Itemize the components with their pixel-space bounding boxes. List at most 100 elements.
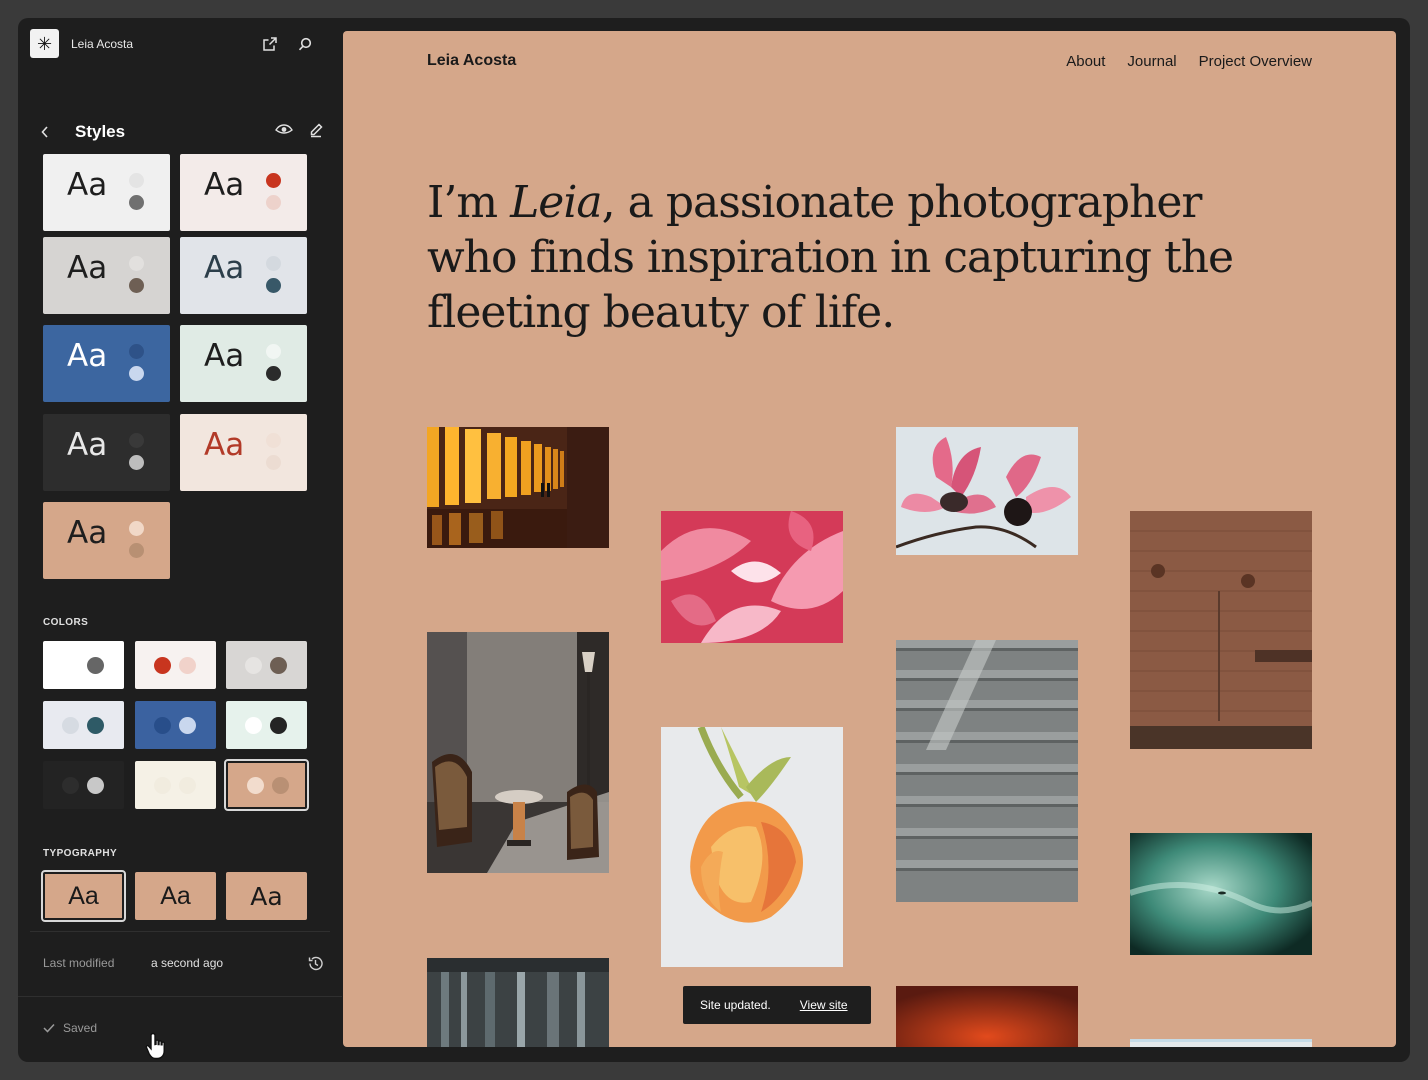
history-icon[interactable] [305, 953, 325, 973]
color-swatch [129, 455, 144, 470]
hero-name: Leia [510, 177, 603, 228]
color-swatch [270, 717, 287, 734]
style-variation-card[interactable]: Aa [43, 502, 170, 579]
style-variation-card[interactable]: Aa [180, 414, 307, 491]
color-swatch [62, 657, 79, 674]
color-swatch [62, 777, 79, 794]
color-palette-option[interactable] [224, 759, 309, 811]
style-variation-preview-text: Aa [67, 167, 108, 203]
color-swatch [154, 657, 171, 674]
style-variation-preview-text: Aa [204, 427, 245, 463]
sparkle-logo-icon[interactable]: ✳ [30, 29, 59, 58]
photo-brick-wall[interactable] [1130, 511, 1312, 749]
color-swatch [129, 521, 144, 536]
color-swatch [87, 657, 104, 674]
hero-text-start: I’m [427, 177, 511, 228]
styles-sidebar: ✳ Leia Acosta Styles Aa Aa Aa Aa Aa Aa A… [18, 18, 342, 1062]
color-swatch [129, 256, 144, 271]
site-title[interactable]: Leia Acosta [427, 52, 516, 70]
style-variation-card[interactable]: Aa [43, 414, 170, 491]
color-swatch [87, 777, 104, 794]
photo-interior-chairs[interactable] [427, 632, 609, 873]
photo-stairs[interactable] [896, 640, 1078, 902]
style-variation-preview-text: Aa [67, 250, 108, 286]
site-navigation: About Journal Project Overview [1066, 53, 1312, 70]
style-variation-card[interactable]: Aa [180, 325, 307, 402]
photo-magnolia[interactable] [896, 427, 1078, 555]
color-swatch [245, 717, 262, 734]
color-swatch [272, 777, 289, 794]
typography-section-label: TYPOGRAPHY [43, 848, 118, 859]
photo-teal-water[interactable] [1130, 833, 1312, 955]
snackbar-text: Site updated. [700, 998, 771, 1012]
color-swatch [154, 777, 171, 794]
color-swatch [87, 717, 104, 734]
last-modified-label: Last modified [43, 956, 115, 970]
style-variation-preview-text: Aa [67, 427, 108, 463]
photo-curtains[interactable] [427, 958, 609, 1047]
color-swatch [266, 366, 281, 381]
color-palette-option[interactable] [135, 701, 216, 749]
color-swatch [179, 657, 196, 674]
site-title-label: Leia Acosta [71, 37, 134, 51]
nav-item-journal[interactable]: Journal [1127, 53, 1176, 70]
color-swatch [129, 278, 144, 293]
nav-item-project-overview[interactable]: Project Overview [1199, 53, 1312, 70]
typography-preset-3[interactable]: Aa [226, 872, 307, 920]
style-variation-preview-text: Aa [204, 338, 245, 374]
photo-tulip[interactable] [661, 727, 843, 967]
color-swatch [179, 717, 196, 734]
typography-preset-1[interactable]: Aa [41, 870, 126, 922]
view-site-link[interactable]: View site [800, 998, 848, 1012]
search-icon[interactable] [295, 34, 315, 54]
style-variation-card[interactable]: Aa [43, 325, 170, 402]
saved-label: Saved [63, 1021, 98, 1035]
style-variation-card[interactable]: Aa [43, 154, 170, 231]
color-swatch [129, 173, 144, 188]
snackbar-notice: Site updated. View site [683, 986, 871, 1024]
color-palette-option[interactable] [226, 641, 307, 689]
external-link-icon[interactable] [260, 34, 280, 54]
hand-pointer-icon [145, 1031, 171, 1062]
color-swatch [266, 195, 281, 210]
color-palette-option[interactable] [43, 761, 124, 809]
divider [18, 996, 342, 997]
eye-icon[interactable] [274, 120, 294, 140]
color-palette-option[interactable] [135, 761, 216, 809]
color-swatch [270, 657, 287, 674]
color-swatch [266, 256, 281, 271]
photo-pink-flower[interactable] [661, 511, 843, 643]
hero-heading: I’m Leia, a passionate photographer who … [427, 175, 1267, 340]
color-swatch [245, 657, 262, 674]
style-variation-card[interactable]: Aa [180, 237, 307, 314]
color-swatch [179, 777, 196, 794]
color-palette-option[interactable] [43, 641, 124, 689]
editor-window: ✳ Leia Acosta Styles Aa Aa Aa Aa Aa Aa A… [18, 18, 1410, 1062]
color-palette-option[interactable] [43, 701, 124, 749]
style-variation-preview-text: Aa [204, 167, 245, 203]
photo-partial[interactable] [1130, 1039, 1312, 1047]
typography-preset-2[interactable]: Aa [135, 872, 216, 920]
divider [30, 931, 330, 932]
color-swatch [266, 433, 281, 448]
photo-corridor[interactable] [427, 427, 609, 548]
panel-title: Styles [75, 122, 126, 141]
nav-item-about[interactable]: About [1066, 53, 1105, 70]
color-swatch [62, 717, 79, 734]
color-swatch [266, 455, 281, 470]
style-variation-preview-text: Aa [204, 250, 245, 286]
site-preview-canvas[interactable]: Leia Acosta About Journal Project Overvi… [343, 31, 1396, 1047]
style-variation-card[interactable]: Aa [43, 237, 170, 314]
color-swatch [129, 543, 144, 558]
chevron-left-icon[interactable] [36, 121, 54, 143]
color-palette-option[interactable] [135, 641, 216, 689]
color-swatch [247, 777, 264, 794]
save-status: Saved [43, 1021, 97, 1035]
color-swatch [129, 344, 144, 359]
color-palette-option[interactable] [226, 701, 307, 749]
pencil-icon[interactable] [306, 120, 326, 140]
style-variation-card[interactable]: Aa [180, 154, 307, 231]
photo-red-abstract[interactable] [896, 986, 1078, 1047]
color-swatch [154, 717, 171, 734]
color-swatch [266, 173, 281, 188]
